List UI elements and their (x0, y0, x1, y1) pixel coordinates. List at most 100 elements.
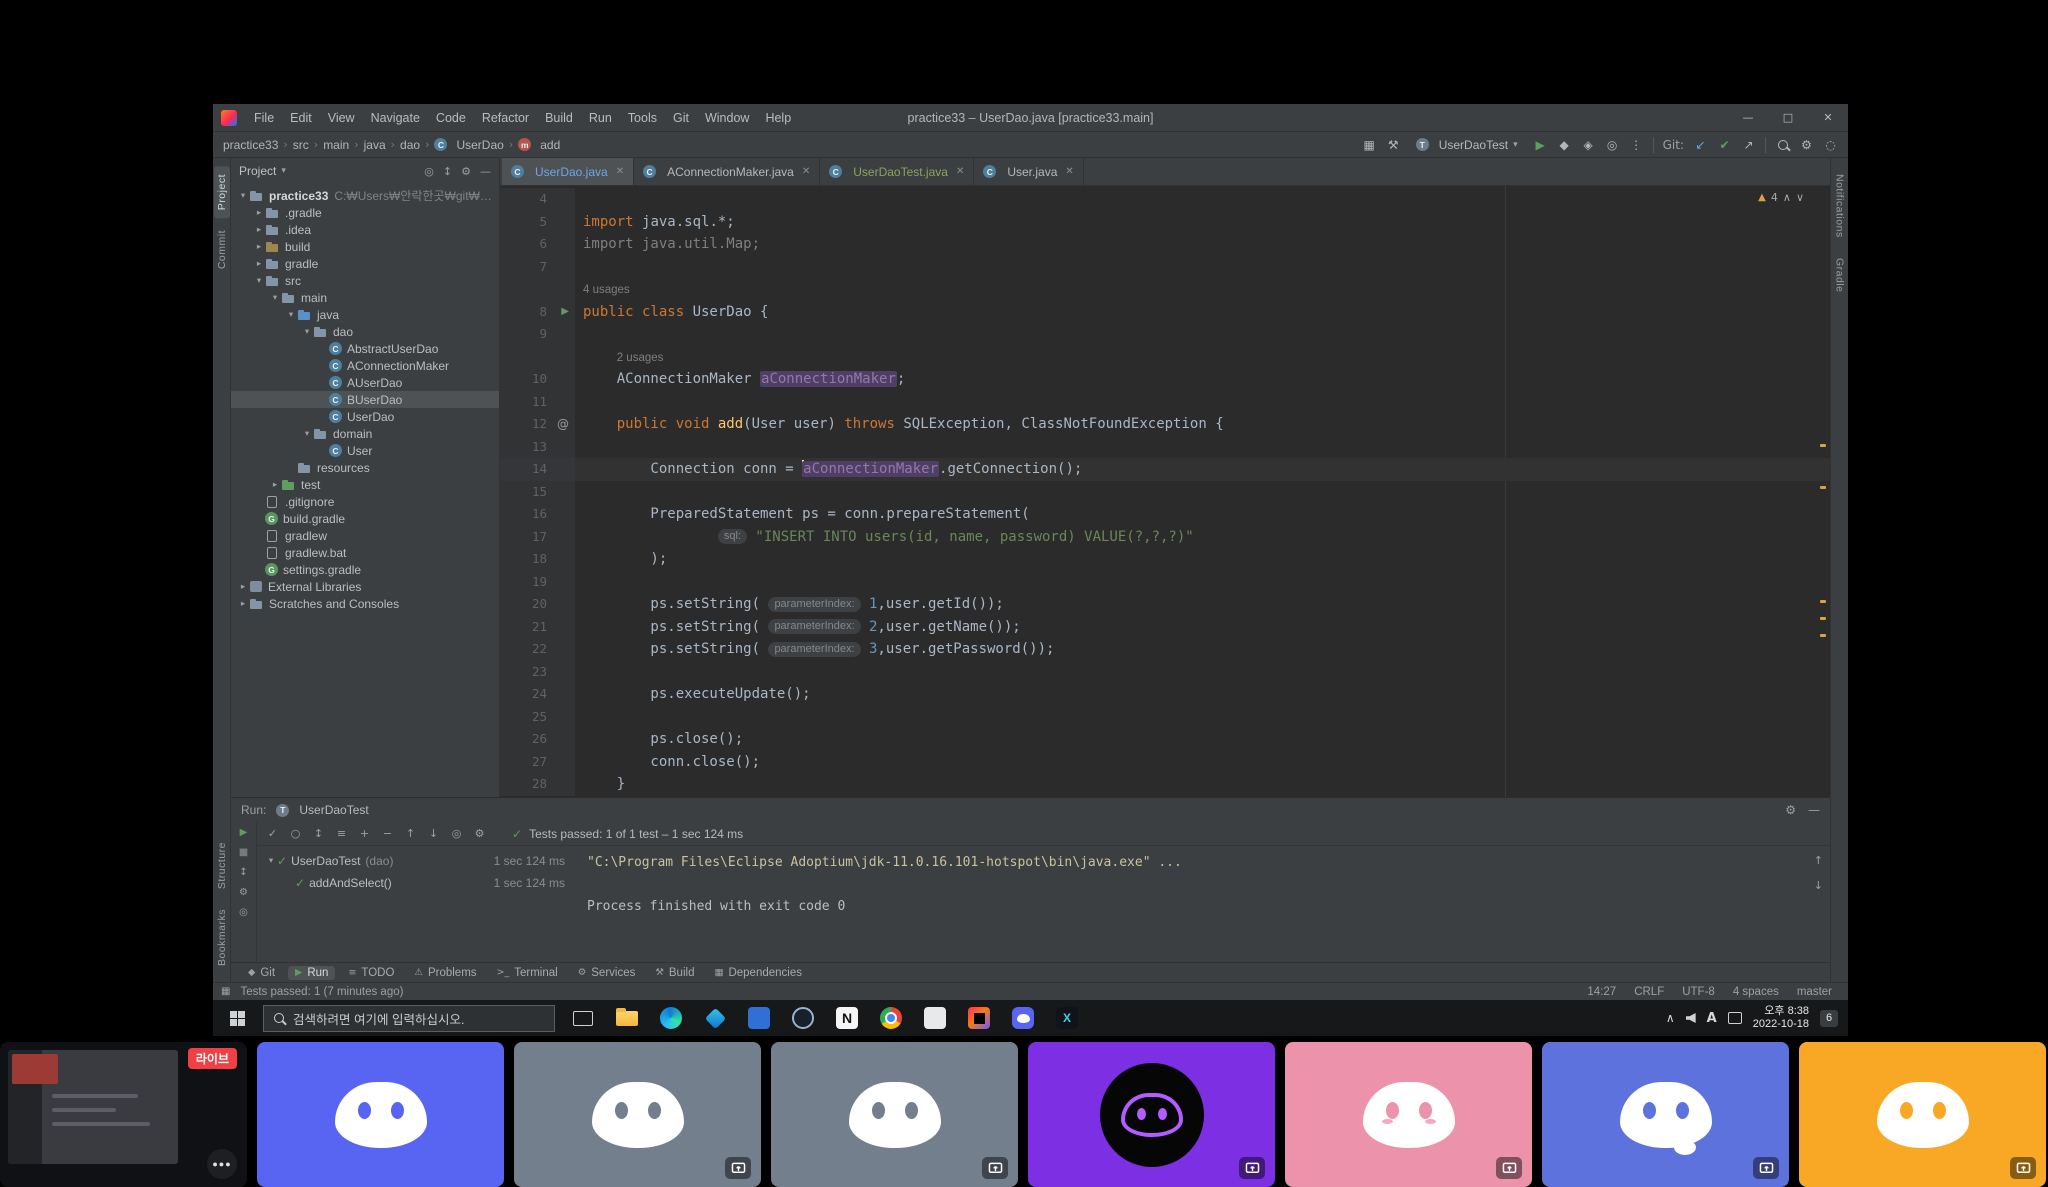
project-tree-item[interactable]: CAbstractUserDao (231, 340, 499, 357)
run-line-icon[interactable]: ▶ (561, 301, 569, 324)
project-tree-item[interactable]: ▾domain (231, 425, 499, 442)
project-tree-item[interactable]: ▾dao (231, 323, 499, 340)
participant-tile[interactable] (1285, 1042, 1532, 1187)
participant-tile[interactable]: 라이브●●● (0, 1042, 247, 1187)
run-configuration-select[interactable]: TUserDaoTest▾ (1410, 137, 1524, 153)
settings-icon[interactable]: ⚙ (461, 165, 471, 178)
status-widget-utf-8[interactable]: UTF-8 (1682, 986, 1715, 998)
project-tree-item[interactable]: gradlew (231, 527, 499, 544)
expand-all-icon[interactable]: + (358, 827, 371, 840)
project-tree-item[interactable]: ▸test (231, 476, 499, 493)
chevron-down-icon[interactable]: ▾ (281, 166, 286, 176)
project-tree-item[interactable]: ▸Scratches and Consoles (231, 595, 499, 612)
project-panel-title[interactable]: Project (239, 164, 276, 178)
menu-item-window[interactable]: Window (698, 109, 756, 127)
code-editor[interactable]: 45import java.sql.*;6import java.util.Ma… (500, 186, 1830, 797)
toolwindow-services[interactable]: ⚙Services (571, 966, 643, 980)
export-icon[interactable]: ⚙ (473, 827, 486, 840)
toolwindow-git[interactable]: ◆Git (241, 966, 282, 980)
diamond-app-icon[interactable] (693, 1000, 737, 1036)
edge-browser-icon[interactable] (649, 1000, 693, 1036)
task-view-button[interactable] (561, 1000, 605, 1036)
commit-button[interactable]: ✔ (1717, 136, 1732, 154)
search-everywhere-icon[interactable] (1775, 136, 1790, 154)
breadcrumb-item[interactable]: src (293, 138, 309, 152)
taskbar-search[interactable]: 검색하려면 여기에 입력하십시오. (263, 1005, 555, 1032)
next-warning-icon[interactable]: ∨ (1796, 191, 1804, 204)
participant-tile[interactable] (1028, 1042, 1275, 1187)
discord-icon[interactable] (1001, 1000, 1045, 1036)
participant-tile[interactable] (1542, 1042, 1789, 1187)
project-tree-item[interactable]: CAUserDao (231, 374, 499, 391)
debug-button[interactable]: ◆ (1557, 136, 1572, 154)
editor-tab[interactable]: CAConnectionMaker.java✕ (634, 158, 820, 185)
project-tree-item[interactable]: ▾main (231, 289, 499, 306)
tray-app-icon[interactable] (1728, 1012, 1742, 1024)
tray-expand-icon[interactable]: ∧ (1666, 1011, 1675, 1025)
menu-item-navigate[interactable]: Navigate (364, 109, 427, 127)
project-tree-item[interactable]: Gsettings.gradle (231, 561, 499, 578)
scroll-down-icon[interactable]: ↓ (1814, 879, 1823, 892)
run-tab[interactable]: T UserDaoTest (276, 803, 368, 817)
breadcrumb-item[interactable]: madd (518, 138, 560, 152)
close-tab-icon[interactable]: ✕ (802, 166, 810, 177)
test-history-button[interactable]: ◎ (450, 827, 463, 840)
chrome-icon[interactable] (869, 1000, 913, 1036)
breadcrumb-item[interactable]: dao (400, 138, 420, 152)
pin-icon[interactable]: ◎ (239, 907, 248, 918)
volume-icon[interactable] (1686, 1013, 1696, 1023)
project-tree-item[interactable]: .gitignore (231, 493, 499, 510)
stripe-tab-notifications[interactable]: Notifications (1832, 166, 1848, 246)
error-stripe[interactable] (1818, 186, 1828, 797)
previous-test-icon[interactable]: ↑ (404, 827, 417, 840)
coverage-button[interactable]: ◈ (1581, 136, 1596, 154)
start-button[interactable] (217, 1000, 257, 1036)
test-history-icon[interactable]: ↕ (239, 867, 247, 878)
settings-gear-icon[interactable]: ⚙ (1799, 136, 1814, 154)
dark-x-app-icon[interactable]: X (1045, 1000, 1089, 1036)
notification-count-badge[interactable]: 6 (1820, 1010, 1838, 1027)
rerun-button[interactable]: ▶ (240, 827, 248, 838)
minimize-button[interactable]: — (1728, 104, 1768, 131)
breadcrumb-item[interactable]: practice33 (223, 138, 278, 152)
profiler-button[interactable]: ◎ (1605, 136, 1620, 154)
menu-item-file[interactable]: File (247, 109, 281, 127)
menu-item-help[interactable]: Help (758, 109, 798, 127)
project-tree-item[interactable]: ▸.gradle (231, 204, 499, 221)
toolwindow-build[interactable]: ⚒Build (648, 966, 701, 980)
participant-tile[interactable] (1799, 1042, 2046, 1187)
settings-icon[interactable]: ⚙ (1785, 803, 1796, 817)
editor-tab[interactable]: CUser.java✕ (974, 158, 1083, 185)
stripe-tab-bookmarks[interactable]: Bookmarks (214, 901, 230, 974)
scroll-up-icon[interactable]: ↑ (1814, 854, 1823, 867)
stream-more-button[interactable]: ●●● (207, 1149, 237, 1179)
light-app-icon[interactable] (913, 1000, 957, 1036)
toolwindow-todo[interactable]: ≡TODO (341, 966, 401, 980)
stripe-tab-gradle[interactable]: Gradle (1832, 250, 1848, 301)
select-opened-file-icon[interactable]: ◎ (424, 165, 434, 178)
menu-item-build[interactable]: Build (538, 109, 580, 127)
close-tab-icon[interactable]: ✕ (956, 166, 964, 177)
test-tree-item[interactable]: ▾✓UserDaoTest(dao)1 sec 124 ms (257, 850, 577, 872)
project-tree-item[interactable]: CAConnectionMaker (231, 357, 499, 374)
layout-icon[interactable]: ▦ (1362, 136, 1377, 154)
update-project-button[interactable]: ↙ (1693, 136, 1708, 154)
participant-tile[interactable] (771, 1042, 1018, 1187)
project-tree-item[interactable]: CUser (231, 442, 499, 459)
project-tree-item[interactable]: CUserDao (231, 408, 499, 425)
inspections-widget[interactable]: ▲ 4 ∧ ∨ (1758, 191, 1804, 204)
tool-windows-toggle-icon[interactable]: ▦ (221, 986, 230, 997)
hide-panel-icon[interactable]: — (1808, 803, 1820, 817)
editor-tab[interactable]: CUserDao.java✕ (502, 158, 634, 185)
usages-hint[interactable]: 2 usages (617, 347, 664, 370)
build-hammer-icon[interactable]: ⚒ (1386, 136, 1401, 154)
editor-tab[interactable]: CUserDaoTest.java✕ (820, 158, 974, 185)
test-tree-item[interactable]: ✓addAndSelect()1 sec 124 ms (257, 872, 577, 894)
menu-item-run[interactable]: Run (582, 109, 619, 127)
project-tree-item[interactable]: ▸gradle (231, 255, 499, 272)
menu-item-edit[interactable]: Edit (283, 109, 319, 127)
participant-tile[interactable] (257, 1042, 504, 1187)
collapse-all-icon[interactable]: − (381, 827, 394, 840)
toolwindow-terminal[interactable]: >_Terminal (490, 966, 565, 980)
project-tree-item[interactable]: ▾practice33C:₩Users₩안락한곳₩git₩practice33 (231, 187, 499, 204)
